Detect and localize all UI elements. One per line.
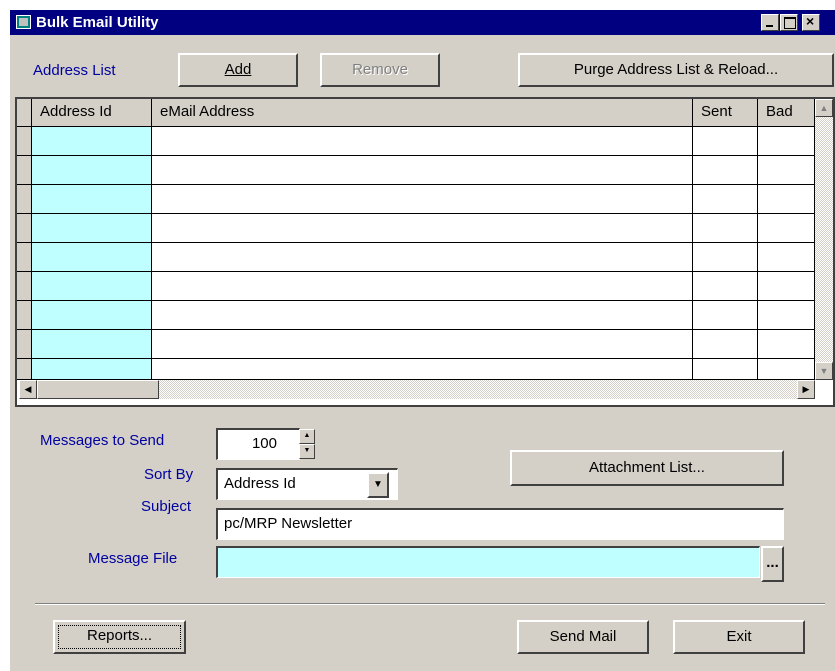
row-selector[interactable] <box>17 330 32 359</box>
grid-cell[interactable] <box>152 214 693 243</box>
horizontal-scroll-thumb[interactable] <box>37 380 159 399</box>
minimize-button[interactable] <box>761 14 779 31</box>
grid-cell[interactable] <box>758 272 815 301</box>
grid-cell[interactable] <box>32 214 152 243</box>
send-mail-button[interactable]: Send Mail <box>517 620 649 654</box>
column-header-sent[interactable]: Sent <box>693 99 758 127</box>
grid-cell[interactable] <box>152 243 693 272</box>
add-button-label: Add <box>224 61 252 78</box>
grid-cell[interactable] <box>32 301 152 330</box>
grid-cell[interactable] <box>152 330 693 359</box>
browse-button[interactable]: ... <box>761 546 784 582</box>
browse-icon: ... <box>766 554 779 571</box>
grid-cell[interactable] <box>152 185 693 214</box>
grid-corner <box>17 99 32 127</box>
send-mail-button-label: Send Mail <box>549 628 617 645</box>
column-header-email[interactable]: eMail Address <box>152 99 693 127</box>
grid-cell[interactable] <box>152 127 693 156</box>
grid-cell[interactable] <box>693 359 758 380</box>
grid-cell[interactable] <box>758 359 815 380</box>
grid-cell[interactable] <box>693 272 758 301</box>
grid-cell[interactable] <box>758 214 815 243</box>
grid-cell[interactable] <box>758 185 815 214</box>
column-header-address-id[interactable]: Address Id <box>32 99 152 127</box>
maximize-button[interactable] <box>780 14 798 31</box>
grid-cell[interactable] <box>693 127 758 156</box>
spin-up-icon[interactable]: ▲ <box>299 429 315 444</box>
address-grid[interactable]: Address Id eMail Address Sent Bad ▲ ▼ ◀ … <box>15 97 835 407</box>
window-title: Bulk Email Utility <box>36 14 159 31</box>
purge-reload-label: Purge Address List & Reload... <box>573 61 779 78</box>
message-file-field[interactable] <box>216 546 760 578</box>
scroll-right-icon[interactable]: ▶ <box>797 380 815 399</box>
grid-cell[interactable] <box>152 301 693 330</box>
grid-cell[interactable] <box>152 272 693 301</box>
scroll-left-icon[interactable]: ◀ <box>19 380 37 399</box>
grid-cell[interactable] <box>693 330 758 359</box>
scroll-up-icon[interactable]: ▲ <box>815 99 833 117</box>
separator <box>35 603 825 605</box>
grid-cell[interactable] <box>758 243 815 272</box>
remove-button-label: Remove <box>352 61 408 78</box>
row-selector[interactable] <box>17 243 32 272</box>
grid-cell[interactable] <box>32 243 152 272</box>
row-selector[interactable] <box>17 156 32 185</box>
grid-cell[interactable] <box>693 243 758 272</box>
grid-cell[interactable] <box>32 156 152 185</box>
close-icon: × <box>806 13 815 29</box>
subject-label: Subject <box>141 498 192 515</box>
messages-to-send-field[interactable]: 100 <box>216 428 300 460</box>
grid-cell[interactable] <box>758 330 815 359</box>
grid-cell[interactable] <box>32 127 152 156</box>
grid-cell[interactable] <box>152 359 693 380</box>
grid-cell[interactable] <box>32 359 152 380</box>
messages-to-send-label: Messages to Send <box>40 432 165 449</box>
grid-cell[interactable] <box>693 214 758 243</box>
grid-cell[interactable] <box>32 185 152 214</box>
horizontal-scrollbar[interactable]: ◀ ▶ <box>19 380 815 399</box>
grid-cell[interactable] <box>693 156 758 185</box>
spin-down-icon[interactable]: ▼ <box>299 444 315 459</box>
row-selector[interactable] <box>17 185 32 214</box>
row-selector[interactable] <box>17 272 32 301</box>
maximize-icon <box>784 17 796 29</box>
minimize-icon <box>766 25 773 27</box>
add-button[interactable]: Add <box>178 53 298 87</box>
row-selector[interactable] <box>17 301 32 330</box>
grid-cell[interactable] <box>152 156 693 185</box>
grid-cell[interactable] <box>758 127 815 156</box>
purge-reload-button[interactable]: Purge Address List & Reload... <box>518 53 834 87</box>
grid-cell[interactable] <box>32 272 152 301</box>
chevron-down-icon[interactable]: ▼ <box>367 472 389 498</box>
grid-cell[interactable] <box>693 185 758 214</box>
vertical-scrollbar[interactable]: ▲ ▼ <box>815 99 833 380</box>
exit-button[interactable]: Exit <box>673 620 805 654</box>
attachment-list-button[interactable]: Attachment List... <box>510 450 784 486</box>
grid-cell[interactable] <box>758 301 815 330</box>
column-header-bad[interactable]: Bad <box>758 99 815 127</box>
sort-by-label: Sort By <box>144 466 194 483</box>
attachment-list-label: Attachment List... <box>589 459 705 476</box>
scroll-down-icon[interactable]: ▼ <box>815 362 833 380</box>
title-bar[interactable]: Bulk Email Utility × <box>10 10 835 35</box>
reports-button-label: Reports... <box>86 627 153 644</box>
row-selector[interactable] <box>17 127 32 156</box>
remove-button[interactable]: Remove <box>320 53 440 87</box>
exit-button-label: Exit <box>726 628 752 645</box>
app-icon[interactable] <box>16 15 31 29</box>
message-file-label: Message File <box>88 550 178 567</box>
grid-cell[interactable] <box>32 330 152 359</box>
address-list-label: Address List <box>33 62 116 79</box>
row-selector[interactable] <box>17 214 32 243</box>
bulk-email-window: Bulk Email Utility × Address List Add Re… <box>10 10 835 671</box>
row-selector[interactable] <box>17 359 32 380</box>
grid-cell[interactable] <box>758 156 815 185</box>
grid-cell[interactable] <box>693 301 758 330</box>
close-button[interactable]: × <box>802 13 820 31</box>
reports-button[interactable]: Reports... <box>53 620 186 654</box>
subject-field[interactable]: pc/MRP Newsletter <box>216 508 784 540</box>
